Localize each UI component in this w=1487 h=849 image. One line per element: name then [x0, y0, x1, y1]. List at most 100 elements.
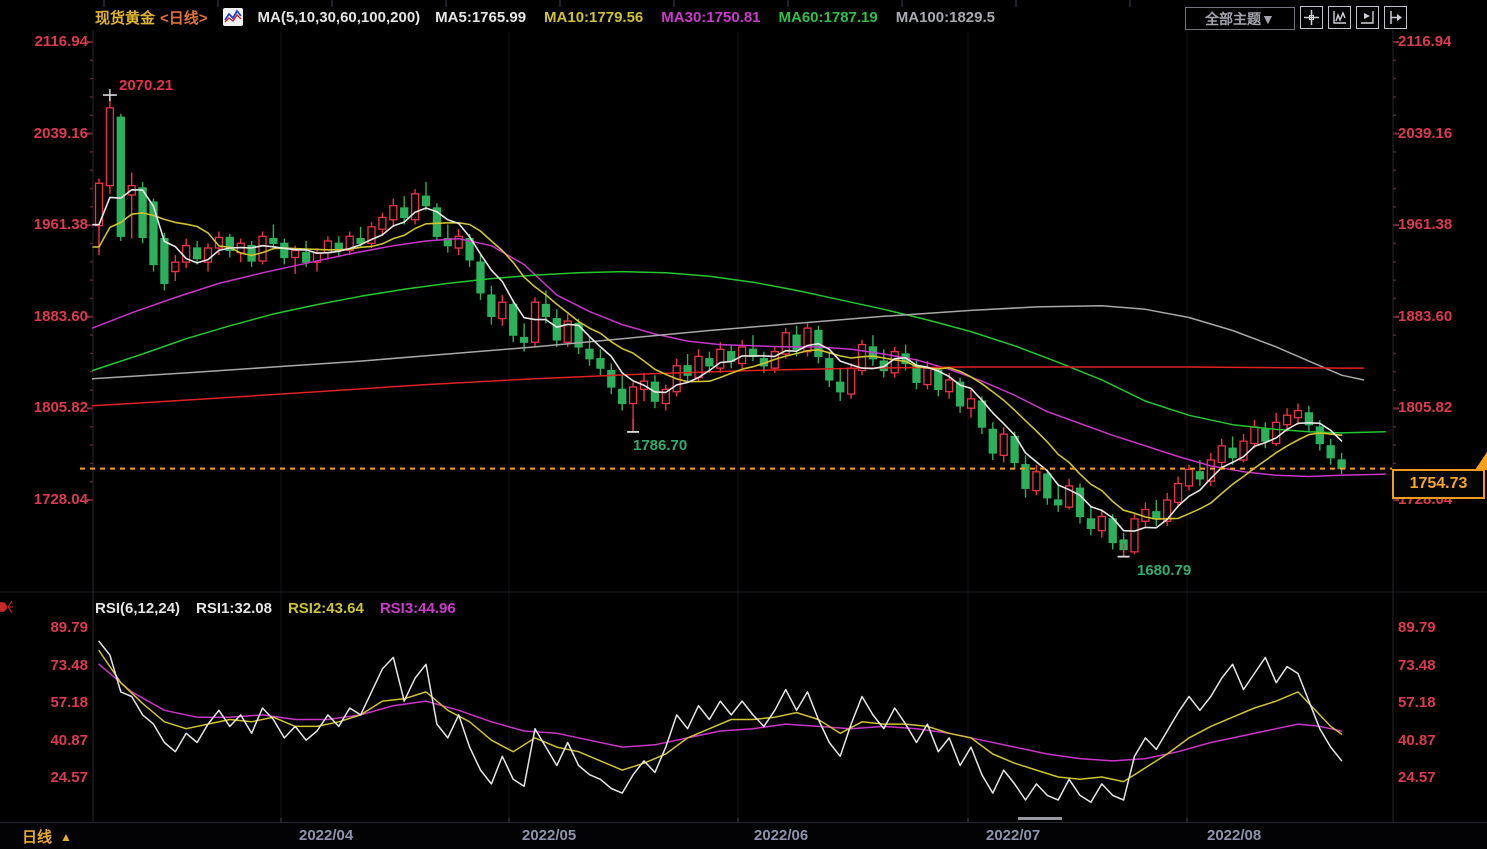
rsi-header: RSI(6,12,24) RSI1:32.08 RSI2:43.64 RSI3:44…	[95, 598, 456, 618]
move-crosshair-icon[interactable]	[1300, 6, 1323, 29]
candle-body	[541, 303, 551, 317]
candle-body	[628, 386, 638, 405]
ma-line-MA200	[91, 366, 1365, 407]
chart-header: 现货黄金 <日线> MA(5,10,30,60,100,200) MA5:176…	[95, 6, 995, 28]
price-axis-label-right: 2116.94	[1398, 33, 1452, 50]
candle-body	[280, 242, 289, 259]
last-price-axis-arrow	[1475, 452, 1487, 470]
time-axis-bar[interactable]	[0, 822, 1487, 849]
period-tag[interactable]: <日线>	[160, 7, 208, 28]
candle-body	[923, 367, 932, 386]
candle-body	[836, 381, 845, 393]
candle-body	[487, 294, 496, 317]
candle-body	[1184, 468, 1194, 487]
candle-body	[607, 369, 616, 388]
candle-body	[160, 237, 169, 285]
candle-body	[1228, 447, 1237, 459]
candle-body	[421, 195, 431, 207]
ma-value: MA5:1765.99	[435, 8, 527, 26]
candle-body	[988, 428, 997, 454]
rsi-settings-label: RSI(6,12,24)	[95, 599, 181, 617]
candle-body	[519, 336, 529, 343]
candle-body	[945, 379, 954, 393]
pan-right-icon[interactable]	[1384, 6, 1407, 29]
left-axis-chart-icon[interactable]	[1328, 6, 1351, 29]
candle-body	[476, 261, 485, 294]
candle-body	[1043, 473, 1052, 499]
candle-body	[498, 301, 507, 320]
ma-value: MA10:1779.56	[544, 8, 644, 26]
candle-body	[1173, 482, 1183, 504]
ma-value: MA100:1829.5	[895, 8, 995, 26]
last-price-box: 1754.73	[1392, 469, 1485, 499]
candle-body	[934, 369, 943, 390]
rsi-axis-label-left: 40.87	[50, 731, 88, 749]
price-axis-label-left: 2039.16	[33, 124, 88, 142]
price-axis-label-left: 1961.38	[33, 216, 88, 234]
price-axis-label-right: 1883.60	[1398, 307, 1453, 325]
candle-body	[1293, 409, 1303, 419]
rsi-axis-label-left: 73.48	[50, 656, 88, 674]
line-chart-icon[interactable]	[222, 8, 243, 26]
candle-body	[400, 207, 409, 219]
candle-body	[1337, 459, 1346, 470]
time-scroll-thumb[interactable]	[1018, 817, 1062, 820]
candle-body	[1261, 428, 1270, 442]
rsi-axis-label-left: 89.79	[50, 619, 88, 636]
ma-settings-label: MA(5,10,30,60,100,200)	[257, 8, 421, 26]
high-price-annotation: 2070.21	[119, 77, 174, 94]
red-alert-dot-icon	[7, 600, 13, 608]
candle-body	[803, 327, 812, 353]
period-tab-label: 日线	[22, 829, 53, 846]
symbol-name[interactable]: 现货黄金	[95, 7, 155, 28]
up-arrow-icon: ▲	[60, 829, 72, 844]
candle-body	[149, 201, 158, 266]
right-axis-chart-icon[interactable]	[1356, 6, 1379, 29]
candle-body	[1130, 518, 1139, 553]
candle-body	[1315, 426, 1324, 445]
candle-body	[977, 400, 987, 428]
ma-value: MA30:1750.81	[661, 8, 761, 26]
candle-body	[1282, 414, 1292, 426]
red-alert-dot-icon[interactable]	[0, 602, 7, 612]
candle-body	[1272, 421, 1281, 445]
candle-body	[105, 107, 115, 187]
rsi-line-RSI3	[98, 663, 1343, 762]
rsi-line-RSI2	[98, 649, 1343, 783]
swing-low-annotation: 1786.70	[633, 437, 688, 454]
candle-body	[378, 216, 387, 230]
all-themes-button[interactable]: 全部主题▼	[1185, 7, 1295, 30]
rsi-value: RSI1:32.08	[196, 599, 272, 617]
candle-body	[1108, 518, 1117, 544]
candle-body	[1032, 471, 1041, 492]
time-axis-label: 2022/08	[1207, 827, 1262, 844]
price-axis-label-left: 1805.82	[33, 399, 88, 417]
red-alert-dot-icon	[7, 606, 13, 614]
candle-body	[291, 249, 300, 259]
rsi-values-row: RSI1:32.08 RSI2:43.64 RSI3:44.96	[196, 600, 456, 617]
price-axis-label-left: 1728.04	[33, 491, 88, 508]
time-axis-label: 2022/07	[986, 827, 1041, 844]
candle-body	[192, 247, 202, 260]
rsi-value: RSI3:44.96	[379, 599, 456, 617]
candle-body	[1075, 487, 1085, 518]
candle-body	[389, 204, 398, 221]
time-axis-label: 2022/06	[754, 827, 809, 844]
candle-body	[618, 388, 627, 405]
price-axis-label-left: 2116.94	[34, 33, 88, 50]
candle-body	[966, 398, 976, 409]
candle-body	[716, 348, 725, 369]
low-price-annotation: 1680.79	[1137, 562, 1192, 579]
candle-body	[1195, 471, 1205, 480]
trading-chart-app: 现货黄金 <日线> MA(5,10,30,60,100,200) MA5:176…	[0, 0, 1487, 849]
candle-body	[999, 433, 1008, 456]
candle-body	[1326, 445, 1335, 459]
price-axis-label-right: 1805.82	[1398, 399, 1453, 417]
candle-body	[509, 303, 518, 336]
rsi-axis-label-right: 40.87	[1398, 731, 1436, 749]
period-tab-daily[interactable]: 日线 ▲	[22, 826, 72, 847]
chart-canvas[interactable]	[0, 0, 1487, 849]
rsi-value: RSI2:43.64	[287, 599, 364, 617]
rsi-axis-label-right: 73.48	[1398, 656, 1436, 674]
candle-body	[171, 261, 180, 273]
